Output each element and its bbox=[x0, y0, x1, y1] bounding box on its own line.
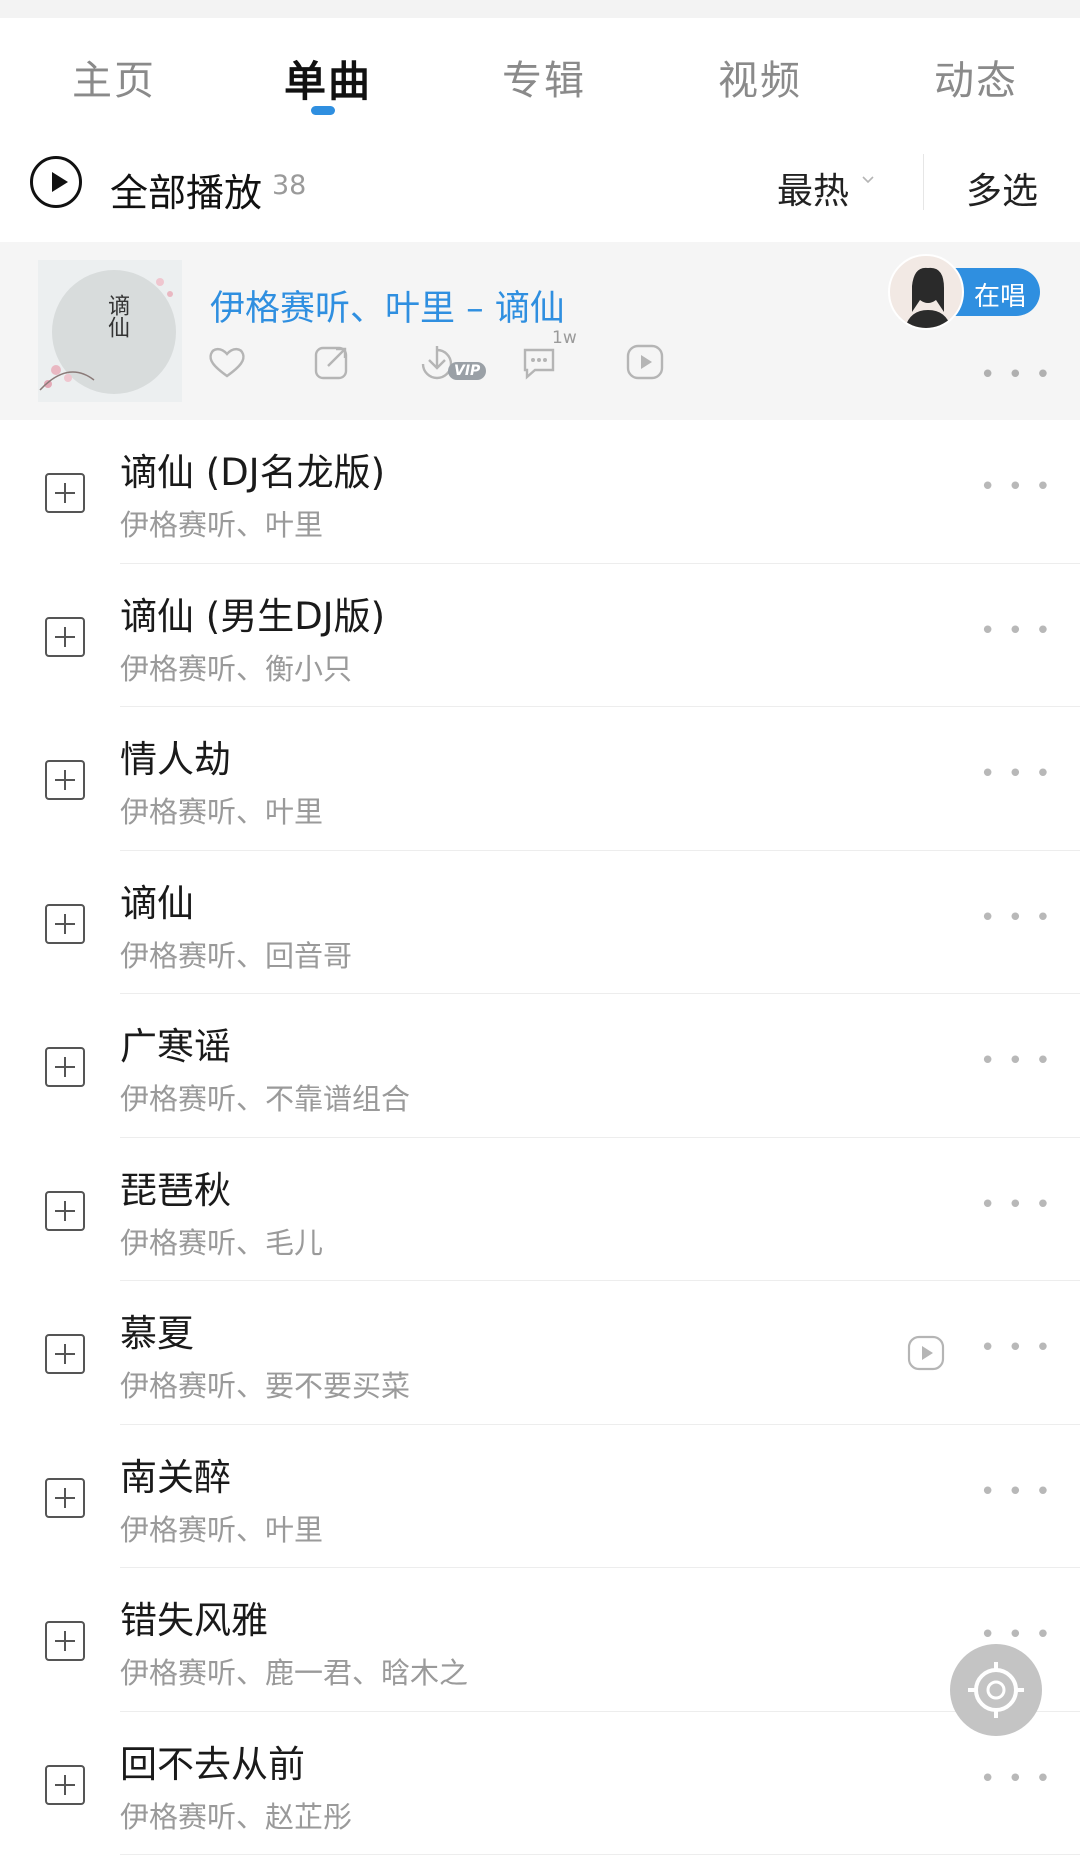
play-all-button[interactable]: 全部播放 bbox=[110, 162, 262, 217]
add-square-icon[interactable] bbox=[45, 1334, 85, 1374]
song-row[interactable]: 琵琶秋伊格赛听、毛儿 • • • bbox=[0, 1138, 1080, 1282]
add-square-icon[interactable] bbox=[45, 617, 85, 657]
more-dots-icon[interactable]: • • • bbox=[980, 1046, 1053, 1076]
tab-bar: 主页 单曲 专辑 视频 动态 bbox=[0, 18, 1080, 126]
song-row[interactable]: 回不去从前伊格赛听、赵芷彤 • • • bbox=[0, 1712, 1080, 1855]
song-artists: 伊格赛听、要不要买菜 bbox=[120, 1363, 410, 1405]
cover-title: 谪仙 bbox=[100, 294, 132, 338]
tab-songs[interactable]: 单曲 bbox=[284, 48, 372, 109]
song-row[interactable]: 谪仙 (DJ名龙版) 伊格赛听、叶里 • • • bbox=[0, 420, 1080, 564]
tab-albums[interactable]: 专辑 bbox=[502, 48, 586, 106]
song-title[interactable]: 谪仙 (男生DJ版) bbox=[120, 586, 385, 640]
add-square-icon[interactable] bbox=[45, 1478, 85, 1518]
more-dots-icon[interactable]: • • • bbox=[980, 1477, 1053, 1507]
song-count: 38 bbox=[272, 170, 306, 201]
song-row[interactable]: 谪仙伊格赛听、回音哥 • • • bbox=[0, 851, 1080, 995]
toolbar-divider bbox=[923, 154, 924, 210]
comment-count: 1w bbox=[552, 328, 577, 348]
add-square-icon[interactable] bbox=[45, 473, 85, 513]
song-title[interactable]: 错失风雅 bbox=[120, 1590, 268, 1644]
multi-select-button[interactable]: 多选 bbox=[966, 162, 1038, 214]
song-row[interactable]: 谪仙 (男生DJ版) 伊格赛听、衡小只 • • • bbox=[0, 564, 1080, 708]
song-row[interactable]: 情人劫伊格赛听、叶里 • • • bbox=[0, 707, 1080, 851]
avatar[interactable] bbox=[888, 254, 964, 330]
featured-song[interactable]: 谪仙 伊格赛听、叶里 – 谪仙 VIP 1w 在唱 bbox=[0, 242, 1080, 420]
song-artists: 伊格赛听、叶里 bbox=[120, 1507, 323, 1549]
song-artists: 伊格赛听、叶里 bbox=[120, 502, 323, 544]
song-row[interactable]: 南关醉伊格赛听、叶里 • • • bbox=[0, 1425, 1080, 1569]
song-row[interactable]: 广寒谣伊格赛听、不靠谱组合 • • • bbox=[0, 994, 1080, 1138]
share-icon[interactable] bbox=[310, 340, 354, 384]
song-artists: 伊格赛听、回音哥 bbox=[120, 933, 352, 975]
add-square-icon[interactable] bbox=[45, 760, 85, 800]
more-dots-icon[interactable]: • • • bbox=[980, 903, 1053, 933]
tab-updates[interactable]: 动态 bbox=[934, 48, 1018, 106]
more-dots-icon[interactable]: • • • bbox=[980, 1190, 1053, 1220]
song-title[interactable]: 琵琶秋 bbox=[120, 1160, 231, 1214]
locate-button[interactable] bbox=[950, 1644, 1042, 1736]
more-dots-icon[interactable]: • • • bbox=[980, 1333, 1053, 1363]
tab-home[interactable]: 主页 bbox=[72, 48, 156, 106]
add-square-icon[interactable] bbox=[45, 1621, 85, 1661]
song-title[interactable]: 谪仙 (DJ名龙版) bbox=[120, 442, 385, 496]
heart-icon[interactable] bbox=[205, 340, 249, 384]
play-circle-icon[interactable] bbox=[30, 156, 82, 208]
song-row[interactable]: 错失风雅伊格赛听、鹿一君、晗木之• • • bbox=[0, 1568, 1080, 1712]
song-artists: 伊格赛听、衡小只 bbox=[120, 646, 352, 688]
add-square-icon[interactable] bbox=[45, 1047, 85, 1087]
featured-song-title[interactable]: 伊格赛听、叶里 – 谪仙 bbox=[210, 280, 565, 331]
song-artists: 伊格赛听、赵芷彤 bbox=[120, 1794, 352, 1836]
video-play-icon[interactable] bbox=[623, 340, 667, 384]
song-artists: 伊格赛听、毛儿 bbox=[120, 1220, 323, 1262]
album-cover[interactable]: 谪仙 bbox=[38, 260, 182, 402]
more-dots-icon[interactable]: • • • bbox=[980, 616, 1053, 646]
song-title[interactable]: 慕夏 bbox=[120, 1303, 194, 1357]
singing-label[interactable]: 在唱 bbox=[974, 276, 1026, 313]
song-title[interactable]: 广寒谣 bbox=[120, 1016, 231, 1070]
song-list: 谪仙 (DJ名龙版) 伊格赛听、叶里 • • • 谪仙 (男生DJ版) 伊格赛听、衡小只… bbox=[0, 420, 1080, 1855]
song-title[interactable]: 谪仙 bbox=[120, 873, 194, 927]
add-square-icon[interactable] bbox=[45, 904, 85, 944]
active-tab-indicator bbox=[311, 106, 335, 115]
song-title[interactable]: 南关醉 bbox=[120, 1447, 231, 1501]
song-row[interactable]: 慕夏伊格赛听、要不要买菜 • • • bbox=[0, 1281, 1080, 1425]
more-dots-icon[interactable]: • • • bbox=[980, 759, 1053, 789]
more-dots-icon[interactable]: • • • bbox=[980, 360, 1053, 390]
locate-icon bbox=[950, 1644, 1042, 1736]
add-square-icon[interactable] bbox=[45, 1191, 85, 1231]
status-strip bbox=[0, 0, 1080, 18]
tab-videos[interactable]: 视频 bbox=[718, 48, 802, 106]
chevron-down-icon[interactable] bbox=[862, 174, 874, 186]
more-dots-icon[interactable]: • • • bbox=[980, 472, 1053, 502]
play-all-bar: 全部播放 38 最热 多选 bbox=[0, 126, 1080, 242]
vip-badge: VIP bbox=[448, 362, 486, 380]
song-title[interactable]: 回不去从前 bbox=[120, 1734, 305, 1788]
singing-widget[interactable]: 在唱 bbox=[888, 254, 1040, 330]
song-artists: 伊格赛听、鹿一君、晗木之 bbox=[120, 1650, 468, 1692]
song-title[interactable]: 情人劫 bbox=[120, 729, 231, 783]
song-artists: 伊格赛听、不靠谱组合 bbox=[120, 1076, 410, 1118]
sort-dropdown[interactable]: 最热 bbox=[777, 162, 849, 214]
add-square-icon[interactable] bbox=[45, 1765, 85, 1805]
more-dots-icon[interactable]: • • • bbox=[980, 1764, 1053, 1794]
video-play-icon[interactable] bbox=[906, 1333, 946, 1373]
song-artists: 伊格赛听、叶里 bbox=[120, 789, 323, 831]
